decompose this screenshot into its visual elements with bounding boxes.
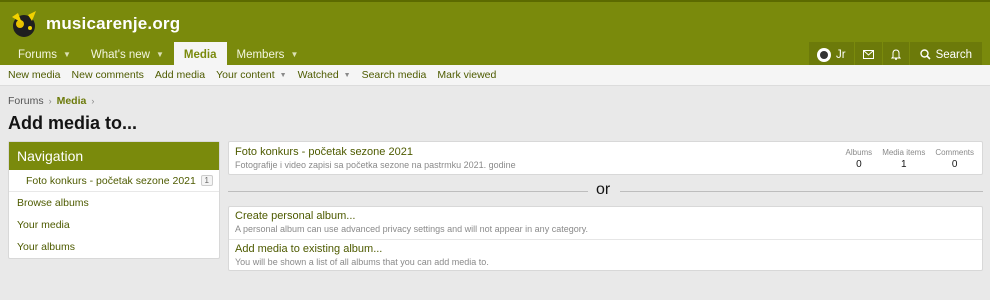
stat-value: 1 (900, 159, 907, 170)
sub-nav: New media New comments Add media Your co… (0, 65, 990, 86)
chevron-down-icon[interactable]: ▼ (63, 50, 71, 59)
logo-mark-icon (8, 9, 40, 39)
breadcrumb: Forums › Media › (8, 95, 99, 107)
tab-members[interactable]: Members ▼ (227, 42, 309, 67)
existing-album-description: You will be shown a list of all albums t… (235, 257, 489, 267)
category-title[interactable]: Foto konkurs - početak sezone 2021 (235, 146, 413, 158)
chevron-down-icon[interactable]: ▼ (280, 72, 287, 79)
subnav-add-media[interactable]: Add media (155, 69, 205, 81)
stat-albums: Albums 0 (846, 148, 873, 170)
tab-label: Forums (18, 48, 57, 61)
tab-label: Media (183, 48, 217, 61)
stat-media-items: Media items 1 (882, 148, 925, 170)
bell-icon (890, 49, 901, 60)
chevron-down-icon[interactable]: ▼ (156, 50, 164, 59)
category-stats: Albums 0 Media items 1 Comments 0 (836, 148, 975, 170)
stat-comments: Comments 0 (935, 148, 974, 170)
sidebar-item-your-media[interactable]: Your media (9, 214, 219, 236)
chevron-right-icon: › (91, 96, 95, 106)
breadcrumb-media[interactable]: Media (57, 95, 87, 107)
logo-text: musicarenje.org (46, 14, 181, 33)
account-button[interactable]: Jr (808, 42, 854, 67)
category-card: Foto konkurs - početak sezone 2021 Fotog… (228, 141, 983, 175)
album-actions-card: Create personal album... A personal albu… (228, 206, 983, 271)
create-album-description: A personal album can use advanced privac… (235, 224, 589, 234)
breadcrumb-forums[interactable]: Forums (8, 95, 44, 107)
search-label: Search (935, 48, 972, 61)
existing-album-row[interactable]: Add media to existing album... You will … (229, 239, 982, 271)
envelope-icon (862, 50, 874, 59)
sidebar-item-your-albums[interactable]: Your albums (9, 236, 219, 258)
divider-line (228, 191, 588, 192)
navigation-block: Navigation Foto konkurs - početak sezone… (8, 141, 220, 259)
site-header: musicarenje.org Forums ▼ What's new ▼ Me… (0, 0, 990, 67)
stat-label: Media items (882, 148, 926, 157)
subnav-search-media[interactable]: Search media (362, 69, 427, 81)
site-logo[interactable]: musicarenje.org (8, 8, 180, 40)
or-label: or (596, 181, 611, 198)
stat-value: 0 (856, 159, 862, 170)
subnav-mark-viewed[interactable]: Mark viewed (437, 69, 496, 81)
subnav-label: Watched (297, 69, 339, 81)
stat-value: 0 (951, 159, 958, 170)
subnav-label: Your content (216, 69, 275, 81)
sidebar-item-label: Foto konkurs - početak sezone 2021 (26, 174, 196, 187)
tab-whats-new[interactable]: What's new ▼ (81, 42, 174, 67)
sidebar-item-browse-albums[interactable]: Browse albums (9, 192, 219, 214)
tab-label: Members (236, 48, 285, 61)
or-divider: or (228, 180, 983, 202)
user-nav: Jr Search (808, 42, 982, 67)
navigation-title: Navigation (9, 142, 219, 170)
subnav-watched[interactable]: Watched ▼ (298, 69, 351, 81)
tab-forums[interactable]: Forums ▼ (8, 42, 81, 67)
chevron-right-icon: › (48, 96, 52, 106)
chevron-down-icon[interactable]: ▼ (344, 72, 351, 79)
divider-line (620, 191, 983, 192)
search-icon (919, 49, 931, 60)
search-button[interactable]: Search (909, 42, 982, 67)
account-name: Jr (835, 48, 846, 61)
count-badge: 1 (200, 175, 213, 186)
subnav-new-comments[interactable]: New comments (72, 69, 144, 81)
main-nav: Forums ▼ What's new ▼ Media Members ▼ (8, 42, 308, 67)
existing-album-link[interactable]: Add media to existing album... (235, 243, 382, 255)
subnav-new-media[interactable]: New media (8, 69, 61, 81)
chevron-down-icon[interactable]: ▼ (290, 50, 298, 59)
stat-label: Albums (845, 148, 873, 157)
create-album-row[interactable]: Create personal album... A personal albu… (229, 207, 982, 239)
subnav-your-content[interactable]: Your content ▼ (216, 69, 287, 81)
tab-label: What's new (90, 48, 150, 61)
page-title: Add media to... (8, 113, 138, 133)
sidebar-item-category[interactable]: Foto konkurs - početak sezone 2021 1 (9, 170, 219, 192)
create-album-link[interactable]: Create personal album... (235, 210, 355, 222)
category-description: Fotografije i video zapisi sa početka se… (235, 160, 516, 170)
inbox-button[interactable] (854, 42, 882, 67)
alerts-button[interactable] (882, 42, 909, 67)
avatar (816, 47, 831, 62)
stat-label: Comments (935, 148, 974, 157)
tab-media[interactable]: Media (173, 42, 227, 67)
